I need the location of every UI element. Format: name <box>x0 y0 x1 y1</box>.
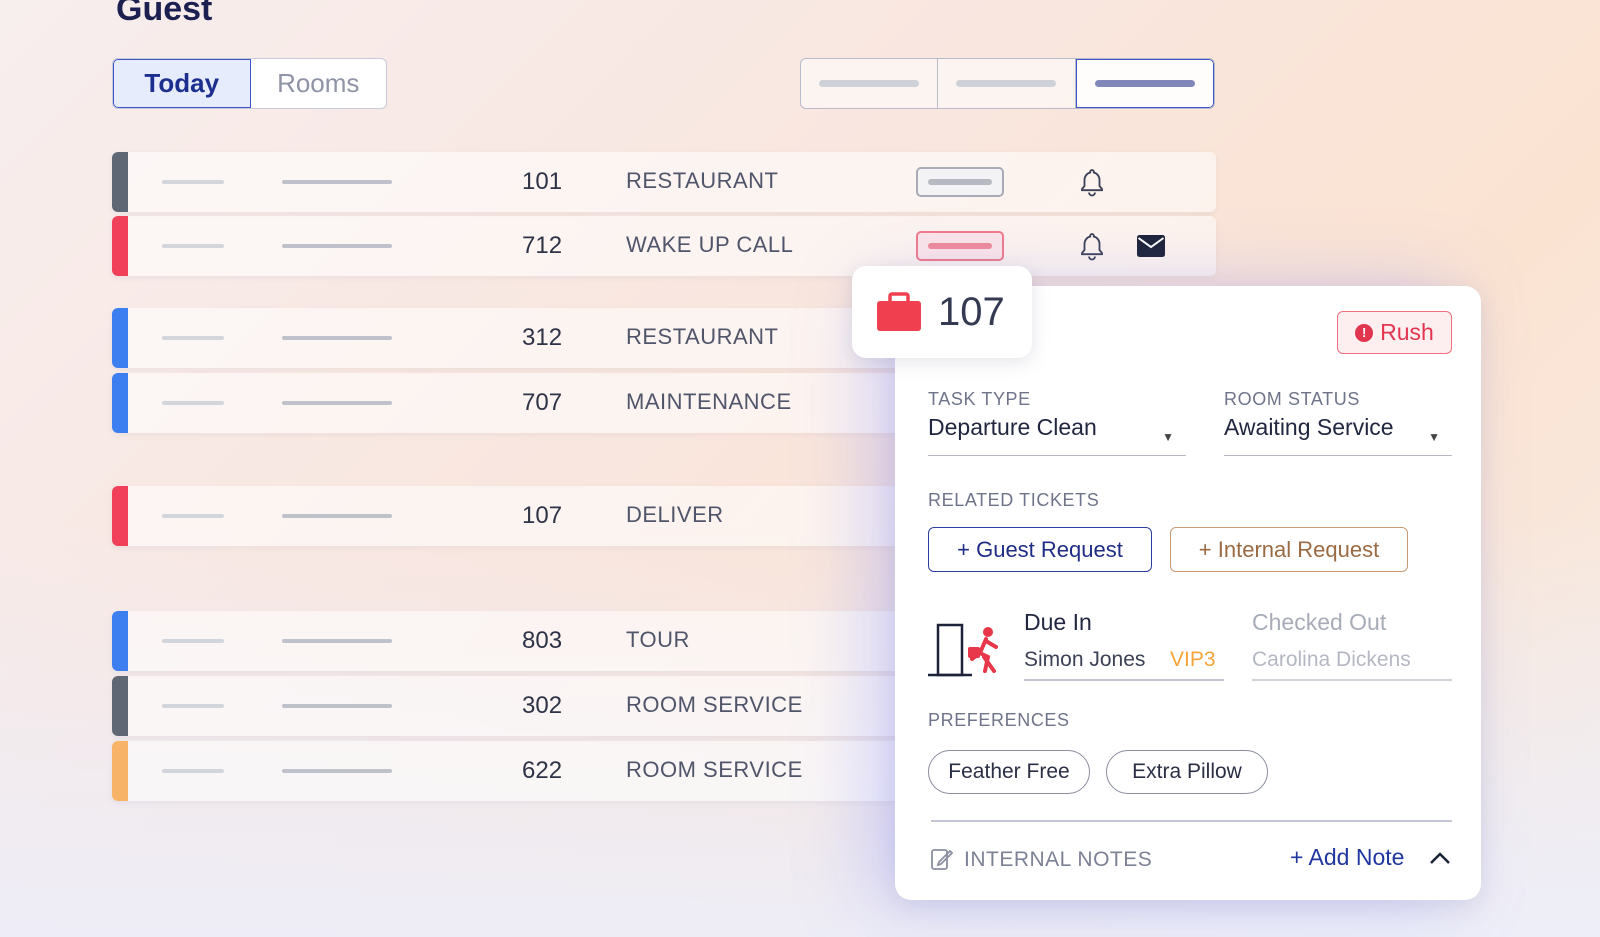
placeholder-line <box>162 514 224 518</box>
briefcase-icon <box>877 292 921 331</box>
view-switch <box>800 58 1215 109</box>
placeholder-line <box>282 336 392 340</box>
placeholder-bar <box>956 80 1057 87</box>
status-stripe <box>112 308 128 368</box>
status-stripe <box>112 152 128 212</box>
room-status-select[interactable]: Awaiting Service ▼ <box>1224 414 1452 456</box>
due-in-title: Due In <box>1024 609 1092 635</box>
room-number: 107 <box>522 502 563 529</box>
status-pill[interactable] <box>916 167 1004 197</box>
placeholder-line <box>162 401 224 405</box>
placeholder-line <box>282 704 392 708</box>
task-label: WAKE UP CALL <box>626 232 794 257</box>
placeholder-line <box>282 514 392 518</box>
preferences-caption: PREFERENCES <box>928 710 1070 730</box>
table-row[interactable]: 101 RESTAURANT <box>112 152 1216 212</box>
door-exit-icon <box>928 623 998 677</box>
due-in-guest-name: Simon Jones <box>1024 648 1146 671</box>
placeholder-line <box>162 180 224 184</box>
preference-chip[interactable]: Extra Pillow <box>1106 750 1268 794</box>
status-stripe <box>112 741 128 801</box>
room-number: 707 <box>522 389 563 416</box>
room-number: 622 <box>522 757 563 784</box>
task-label: ROOM SERVICE <box>626 692 803 717</box>
placeholder-bar <box>928 243 992 249</box>
tab-today[interactable]: Today <box>113 59 251 108</box>
status-stripe <box>112 611 128 671</box>
room-number: 312 <box>522 324 563 351</box>
room-status-value: Awaiting Service <box>1224 414 1394 440</box>
internal-notes-caption: INTERNAL NOTES <box>964 848 1153 871</box>
room-number: 803 <box>522 627 563 654</box>
placeholder-line <box>282 244 392 248</box>
task-label: RESTAURANT <box>626 324 779 349</box>
task-type-select[interactable]: Departure Clean ▼ <box>928 414 1186 456</box>
placeholder-bar <box>928 179 992 185</box>
status-stripe <box>112 216 128 276</box>
task-label: TOUR <box>626 627 690 652</box>
task-type-value: Departure Clean <box>928 414 1097 440</box>
checked-out-title: Checked Out <box>1252 609 1387 635</box>
table-row[interactable]: 712 WAKE UP CALL <box>112 216 1216 276</box>
placeholder-bar <box>819 80 920 87</box>
placeholder-line <box>162 704 224 708</box>
view-option-1[interactable] <box>801 59 939 108</box>
mail-icon[interactable] <box>1136 233 1166 259</box>
placeholder-line <box>282 401 392 405</box>
room-number-large: 107 <box>938 289 1005 334</box>
room-status-caption: ROOM STATUS <box>1224 389 1360 409</box>
view-option-2[interactable] <box>938 59 1076 108</box>
task-type-caption: TASK TYPE <box>928 389 1031 409</box>
related-tickets-caption: RELATED TICKETS <box>928 490 1100 510</box>
caret-down-icon: ▼ <box>1428 430 1440 444</box>
internal-request-button[interactable]: + Internal Request <box>1170 527 1408 572</box>
placeholder-line <box>282 769 392 773</box>
placeholder-line <box>162 639 224 643</box>
view-option-3[interactable] <box>1075 59 1214 108</box>
status-stripe <box>112 676 128 736</box>
placeholder-line <box>162 336 224 340</box>
alert-icon: ! <box>1355 323 1374 342</box>
task-label: MAINTENANCE <box>626 389 792 414</box>
placeholder-line <box>162 244 224 248</box>
divider <box>1024 679 1224 681</box>
placeholder-line <box>162 769 224 773</box>
note-edit-icon <box>931 849 954 870</box>
room-number: 302 <box>522 692 563 719</box>
vip-badge: VIP3 <box>1170 648 1216 671</box>
placeholder-line <box>282 180 392 184</box>
task-label: RESTAURANT <box>626 168 779 193</box>
status-pill[interactable] <box>916 231 1004 261</box>
rush-badge[interactable]: ! Rush <box>1337 311 1452 354</box>
divider <box>1252 679 1452 681</box>
status-stripe <box>112 373 128 433</box>
room-number: 712 <box>522 232 563 259</box>
checked-out-guest-name: Carolina Dickens <box>1252 648 1411 671</box>
tab-rooms[interactable]: Rooms <box>251 59 387 108</box>
task-detail-card <box>895 286 1481 900</box>
divider <box>931 820 1452 822</box>
tab-switch: Today Rooms <box>112 58 387 109</box>
task-label: DELIVER <box>626 502 724 527</box>
room-number: 101 <box>522 168 563 195</box>
status-stripe <box>112 486 128 546</box>
placeholder-line <box>282 639 392 643</box>
bell-icon[interactable] <box>1076 166 1108 198</box>
placeholder-bar <box>1094 80 1195 87</box>
bell-icon[interactable] <box>1076 230 1108 262</box>
chevron-up-icon[interactable] <box>1428 850 1452 866</box>
add-note-button[interactable]: + Add Note <box>1290 844 1404 871</box>
caret-down-icon: ▼ <box>1162 430 1174 444</box>
page-title: Guest <box>116 0 213 28</box>
rush-label: Rush <box>1380 319 1434 345</box>
task-label: ROOM SERVICE <box>626 757 803 782</box>
room-tag: 107 <box>852 266 1032 358</box>
guest-request-button[interactable]: + Guest Request <box>928 527 1152 572</box>
preference-chip[interactable]: Feather Free <box>928 750 1090 794</box>
